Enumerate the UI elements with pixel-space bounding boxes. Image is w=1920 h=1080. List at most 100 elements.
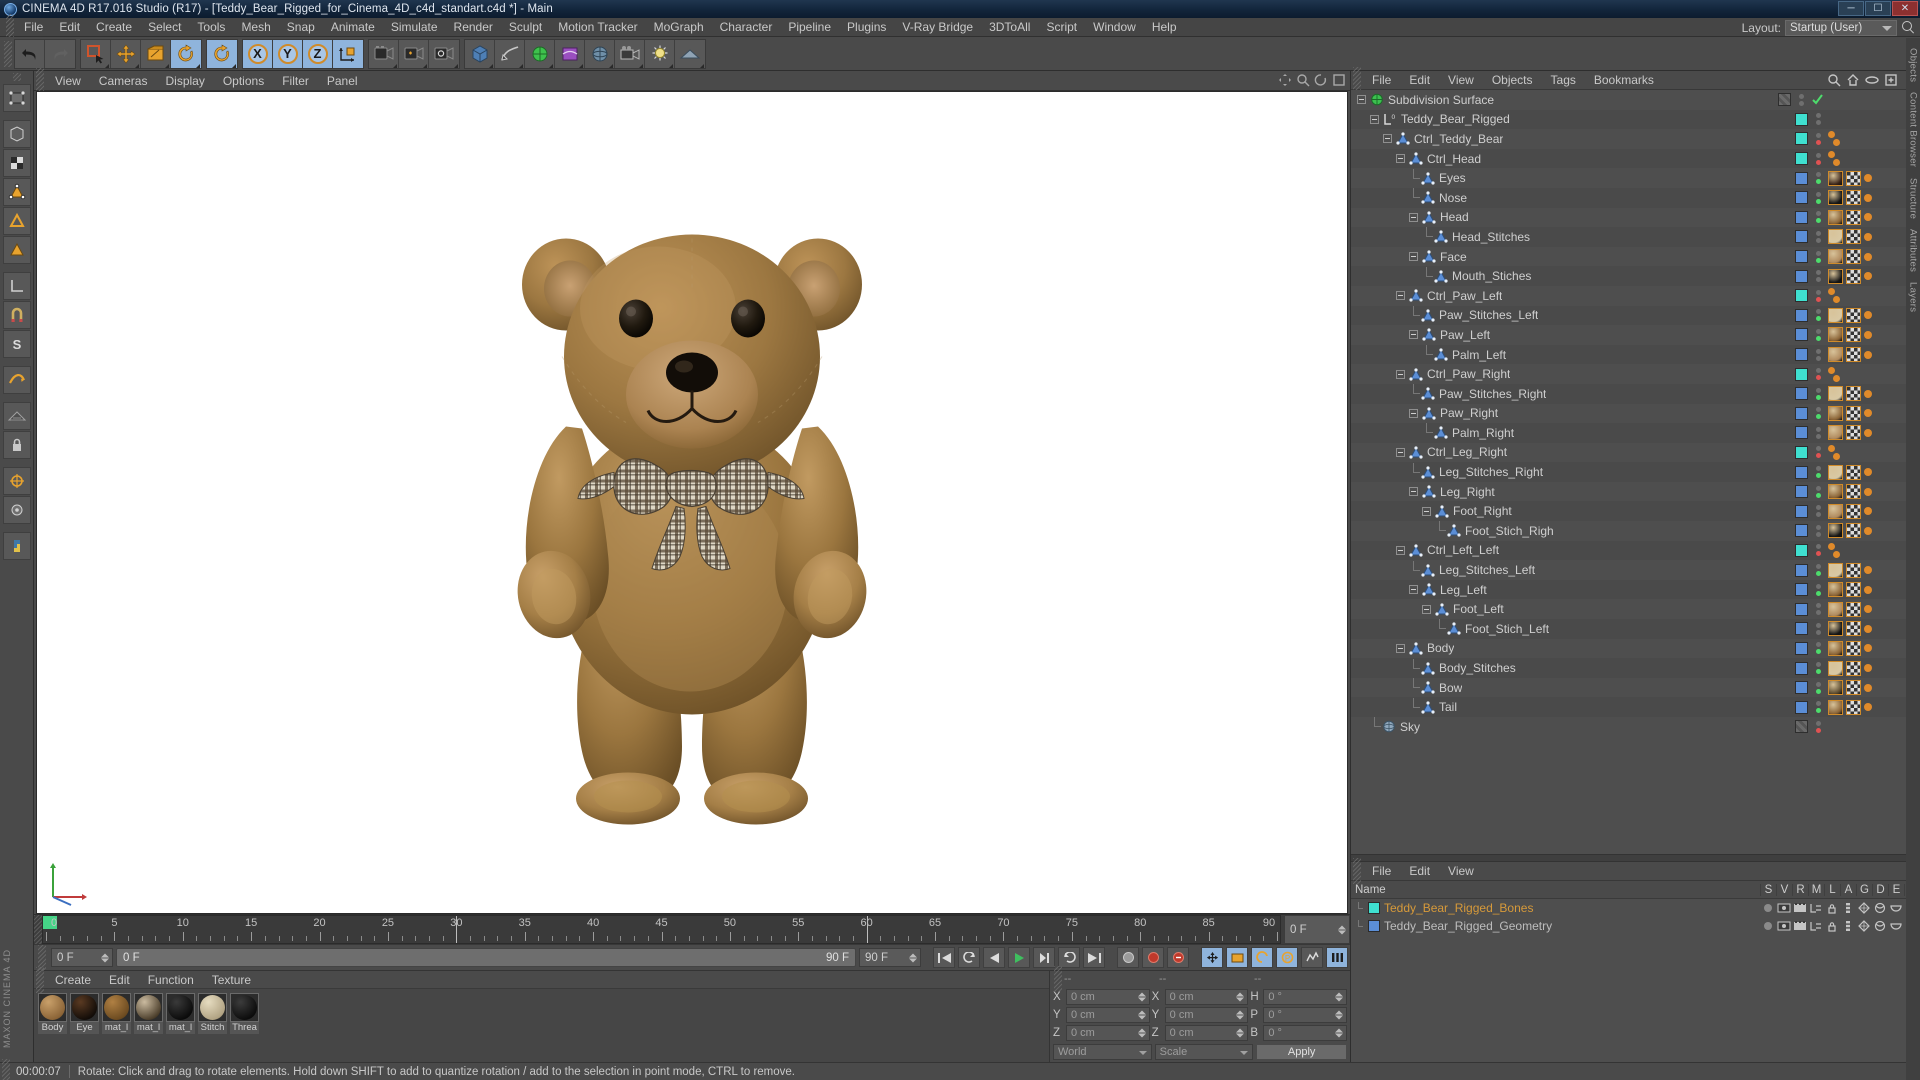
editor-visibility-dot[interactable] xyxy=(1816,564,1821,570)
menu-mesh[interactable]: Mesh xyxy=(233,18,278,37)
tree-expander[interactable] xyxy=(1409,408,1418,418)
bone-tag-icon[interactable] xyxy=(1828,151,1840,167)
weight-tag-icon[interactable] xyxy=(1864,605,1872,614)
render-visibility-dot[interactable] xyxy=(1816,531,1821,537)
object-name-cell[interactable]: Mouth_Stiches xyxy=(1351,266,1795,286)
editor-visibility-dot[interactable] xyxy=(1816,113,1821,119)
floor-button[interactable] xyxy=(675,39,705,68)
render-visibility-dot[interactable] xyxy=(1816,198,1821,204)
render-visibility-dot[interactable] xyxy=(1816,708,1821,714)
object-row[interactable]: Mouth_Stiches xyxy=(1351,266,1920,286)
render-visibility-dot[interactable] xyxy=(1816,218,1821,224)
render-visibility-dot[interactable] xyxy=(1816,629,1821,635)
visibility-dots[interactable] xyxy=(1815,622,1822,635)
maximize-button[interactable]: ☐ xyxy=(1865,1,1891,16)
object-menu-file[interactable]: File xyxy=(1363,70,1400,90)
animation-toggle[interactable] xyxy=(1840,902,1856,914)
editor-visibility-dot[interactable] xyxy=(1816,524,1821,530)
view-toggle[interactable] xyxy=(1776,920,1792,932)
object-color-chip[interactable] xyxy=(1795,681,1808,695)
view-toggle[interactable] xyxy=(1776,902,1792,914)
render-visibility-dot[interactable] xyxy=(1816,473,1821,479)
object-name-cell[interactable]: Ctrl_Leg_Right xyxy=(1351,443,1795,462)
layer-name-cell[interactable]: Teddy_Bear_Rigged_Geometry xyxy=(1351,919,1760,933)
render-visibility-dot[interactable] xyxy=(1816,316,1821,322)
parameter-key-button[interactable]: P xyxy=(1276,947,1298,968)
object-color-chip[interactable] xyxy=(1795,485,1808,499)
object-row[interactable]: Leg_Stitches_Left xyxy=(1351,560,1920,580)
render-visibility-dot[interactable] xyxy=(1816,512,1821,518)
object-color-chip[interactable] xyxy=(1795,132,1808,146)
weight-tag-icon[interactable] xyxy=(1864,330,1872,339)
uv-tag-icon[interactable] xyxy=(1846,405,1861,421)
editor-visibility-dot[interactable] xyxy=(1816,368,1821,374)
python-script-button[interactable] xyxy=(2,532,31,560)
coord-input-size-z[interactable]: 0 cm xyxy=(1164,1024,1249,1041)
generator-toggle[interactable] xyxy=(1856,920,1872,932)
visibility-dots[interactable] xyxy=(1815,583,1822,596)
live-selection-button[interactable] xyxy=(81,39,111,68)
reverse-loop-button[interactable] xyxy=(1058,947,1080,968)
weight-tag-icon[interactable] xyxy=(1864,193,1872,202)
point-mode-button[interactable] xyxy=(2,178,31,206)
editor-visibility-dot[interactable] xyxy=(1816,662,1821,668)
snap-toggle-button[interactable] xyxy=(2,366,31,394)
object-row[interactable]: Body_Stitches xyxy=(1351,658,1920,678)
soft-selection-button[interactable]: S xyxy=(2,330,31,358)
visibility-dots[interactable] xyxy=(1815,544,1822,557)
weight-tag-icon[interactable] xyxy=(1864,468,1872,477)
object-row[interactable]: Eyes xyxy=(1351,168,1920,188)
object-row[interactable]: Tail xyxy=(1351,697,1920,717)
editor-visibility-dot[interactable] xyxy=(1816,328,1821,334)
material-tag-icon[interactable] xyxy=(1828,249,1843,265)
object-color-chip[interactable] xyxy=(1795,367,1808,381)
weight-tag-icon[interactable] xyxy=(1864,624,1872,633)
uv-tag-icon[interactable] xyxy=(1846,562,1861,578)
editor-visibility-dot[interactable] xyxy=(1816,309,1821,315)
layer-color-chip[interactable] xyxy=(1368,902,1380,914)
menu-v-ray-bridge[interactable]: V-Ray Bridge xyxy=(894,18,981,37)
editor-visibility-dot[interactable] xyxy=(1816,583,1821,589)
weight-tag-icon[interactable] xyxy=(1864,311,1872,320)
editor-visibility-dot[interactable] xyxy=(1816,426,1821,432)
material-tag-icon[interactable] xyxy=(1828,680,1843,696)
render-settings-button[interactable] xyxy=(429,39,459,68)
editor-visibility-dot[interactable] xyxy=(1816,446,1821,452)
object-name-cell[interactable]: Paw_Stitches_Right xyxy=(1351,384,1795,403)
object-name-cell[interactable]: Palm_Right xyxy=(1351,423,1795,442)
editor-visibility-dot[interactable] xyxy=(1816,211,1821,217)
layer-column-g[interactable]: G xyxy=(1856,883,1872,896)
visibility-dots[interactable] xyxy=(1815,446,1822,459)
uv-tag-icon[interactable] xyxy=(1846,660,1861,676)
layer-column-m[interactable]: M xyxy=(1808,883,1824,896)
manager-toggle[interactable] xyxy=(1808,902,1824,914)
object-color-chip[interactable] xyxy=(1795,112,1808,126)
object-row[interactable]: Leg_Stitches_Right xyxy=(1351,462,1920,482)
editor-visibility-dot[interactable] xyxy=(1816,172,1821,178)
minimize-button[interactable]: ─ xyxy=(1838,1,1864,16)
object-row[interactable]: 0 Teddy_Bear_Rigged xyxy=(1351,109,1920,130)
magnet-tool-button[interactable] xyxy=(2,301,31,329)
object-name-cell[interactable]: Ctrl_Head xyxy=(1351,149,1795,168)
uv-tag-icon[interactable] xyxy=(1846,680,1861,696)
render-visibility-dot[interactable] xyxy=(1816,375,1821,381)
material-tag-icon[interactable] xyxy=(1828,190,1843,206)
editor-visibility-dot[interactable] xyxy=(1816,270,1821,276)
menu-edit[interactable]: Edit xyxy=(51,18,88,37)
weight-tag-icon[interactable] xyxy=(1864,213,1872,222)
object-row[interactable]: Palm_Left xyxy=(1351,344,1920,365)
bone-tag-icon[interactable] xyxy=(1828,444,1840,460)
weight-tag-icon[interactable] xyxy=(1864,664,1872,673)
object-color-chip[interactable] xyxy=(1795,191,1808,205)
viewport-grip-handle[interactable] xyxy=(36,67,44,94)
viewport-menu-panel[interactable]: Panel xyxy=(318,71,367,91)
material-menu-create[interactable]: Create xyxy=(46,970,100,990)
layer-grip-handle[interactable] xyxy=(1353,858,1361,884)
coord-spinner[interactable] xyxy=(1335,992,1344,1001)
object-row[interactable]: Foot_Stich_Left xyxy=(1351,619,1920,639)
weight-tag-icon[interactable] xyxy=(1864,389,1872,398)
visibility-dots[interactable] xyxy=(1815,407,1822,420)
visibility-dots[interactable] xyxy=(1815,466,1822,479)
layer-menu-edit[interactable]: Edit xyxy=(1400,861,1439,881)
tree-expander[interactable] xyxy=(1409,585,1418,595)
